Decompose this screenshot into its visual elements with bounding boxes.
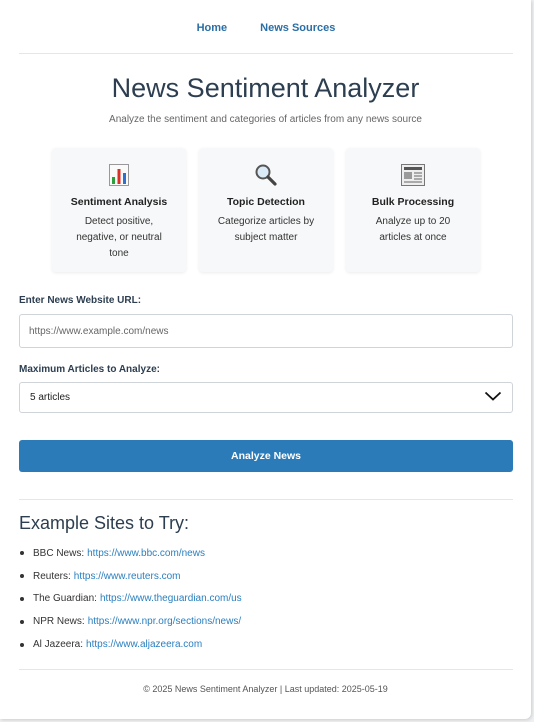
feature-card-topic: Topic Detection Categorize articles by s… [199,148,333,272]
list-item: The Guardian: https://www.theguardian.com… [19,588,513,611]
bar-chart-icon [52,162,186,188]
example-link[interactable]: https://www.npr.org/sections/news/ [88,616,241,627]
list-item: BBC News: https://www.bbc.com/news [19,542,513,565]
example-link[interactable]: https://www.theguardian.com/us [100,593,242,604]
footer-divider [19,669,513,670]
feature-cards: Sentiment Analysis Detect positive, nega… [52,148,480,272]
feature-card-sentiment: Sentiment Analysis Detect positive, nega… [52,148,186,272]
url-input[interactable] [19,314,513,348]
page-subtitle: Analyze the sentiment and categories of … [109,114,422,125]
feature-title: Bulk Processing [371,196,455,208]
page-title: News Sentiment Analyzer [111,73,420,103]
feature-description: Analyze up to 20 articles at once [375,216,451,243]
feature-title: Sentiment Analysis [70,196,168,208]
examples-title: Example Sites to Try: [19,513,190,533]
example-link[interactable]: https://www.aljazeera.com [86,639,202,650]
url-label: Enter News Website URL: [19,295,142,306]
magnifier-icon [199,162,333,188]
list-item: Reuters: https://www.reuters.com [19,565,513,588]
feature-description: Categorize articles by subject matter [217,216,315,243]
newspaper-icon [346,162,480,188]
nav-home-link[interactable]: Home [197,22,228,34]
feature-card-bulk: Bulk Processing Analyze up to 20 article… [346,148,480,272]
max-articles-label: Maximum Articles to Analyze: [19,364,160,375]
example-link[interactable]: https://www.reuters.com [74,571,181,582]
max-articles-selected: 5 articles [30,392,71,403]
max-articles-select[interactable]: 5 articles [19,382,513,413]
list-item: Al Jazeera: https://www.aljazeera.com [19,633,513,656]
example-link[interactable]: https://www.bbc.com/news [87,548,205,559]
feature-description: Detect positive, negative, or neutral to… [76,216,162,259]
main-card: Home News Sources News Sentiment Analyze… [0,0,531,719]
section-divider [19,499,513,500]
nav-news-sources-link[interactable]: News Sources [260,22,335,34]
feature-title: Topic Detection [227,196,305,208]
footer-text: © 2025 News Sentiment Analyzer | Last up… [143,684,388,694]
example-sites-list: BBC News: https://www.bbc.com/news Reuter… [19,542,513,656]
chevron-down-icon [484,391,502,404]
analyze-news-button[interactable]: Analyze News [19,440,513,472]
top-nav: Home News Sources [19,0,513,54]
list-item: NPR News: https://www.npr.org/sections/ne… [19,610,513,633]
